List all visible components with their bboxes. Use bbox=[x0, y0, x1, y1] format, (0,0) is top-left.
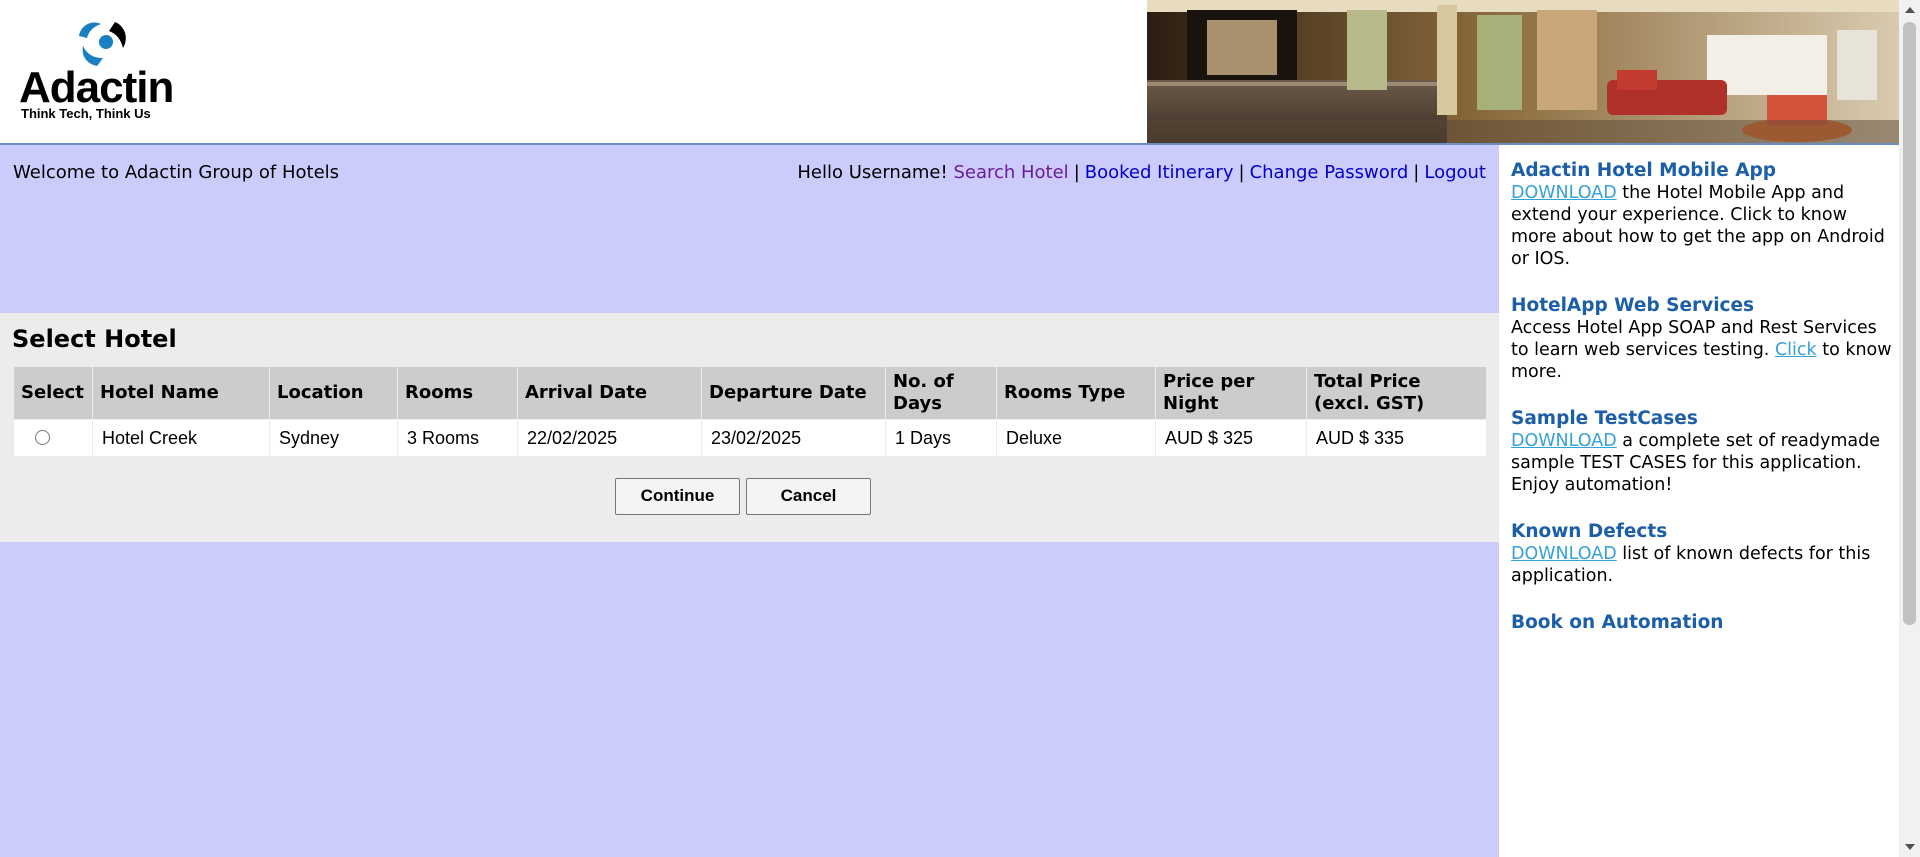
rooms-type-cell: Deluxe bbox=[997, 420, 1155, 456]
arrival-date-cell: 22/02/2025 bbox=[518, 420, 701, 456]
column-header-no-of-days: No. of Days bbox=[886, 367, 996, 419]
no-of-days-cell: 1 Days bbox=[886, 420, 996, 456]
column-header-location: Location bbox=[270, 367, 397, 419]
select-cell bbox=[14, 420, 92, 456]
book-on-automation-link[interactable]: Book on Automation bbox=[1511, 612, 1896, 634]
known-defects-title: Known Defects bbox=[1511, 521, 1668, 542]
nav-separator: | bbox=[1238, 162, 1245, 183]
greeting-text: Hello Username! bbox=[797, 162, 948, 183]
nav-separator: | bbox=[1073, 162, 1080, 183]
column-header-price-per-night: Price per Night bbox=[1156, 367, 1306, 419]
booked-itinerary-link[interactable]: Booked Itinerary bbox=[1085, 162, 1234, 183]
departure-date-cell: 23/02/2025 bbox=[702, 420, 885, 456]
logout-link[interactable]: Logout bbox=[1424, 162, 1486, 183]
scroll-down-icon[interactable] bbox=[1905, 844, 1915, 850]
select-hotel-panel: Select Hotel Select Hotel Name Location … bbox=[0, 313, 1499, 542]
search-hotel-link[interactable]: Search Hotel bbox=[953, 162, 1068, 183]
rooms-cell: 3 Rooms bbox=[398, 420, 517, 456]
hotel-select-radio[interactable] bbox=[35, 429, 50, 445]
mobile-app-section: Adactin Hotel Mobile App DOWNLOAD the Ho… bbox=[1511, 160, 1896, 270]
main-content: Welcome to Adactin Group of Hotels Hello… bbox=[0, 145, 1499, 857]
column-header-departure-date: Departure Date bbox=[702, 367, 885, 419]
test-cases-section: Sample TestCases DOWNLOAD a complete set… bbox=[1511, 408, 1896, 496]
top-navigation: Hello Username! Search Hotel | Booked Itin… bbox=[797, 162, 1486, 183]
web-services-title: HotelApp Web Services bbox=[1511, 295, 1755, 316]
table-row: Hotel Creek Sydney 3 Rooms 22/02/2025 23… bbox=[14, 420, 1486, 456]
brand-tagline: Think Tech, Think Us bbox=[21, 106, 151, 121]
column-header-hotel-name: Hotel Name bbox=[93, 367, 269, 419]
column-header-total-price: Total Price (excl. GST) bbox=[1307, 367, 1486, 419]
column-header-select: Select bbox=[14, 367, 92, 419]
page-title: Select Hotel bbox=[12, 325, 177, 353]
scroll-up-icon[interactable] bbox=[1905, 7, 1915, 13]
test-cases-title: Sample TestCases bbox=[1511, 408, 1698, 429]
test-cases-download-link[interactable]: DOWNLOAD bbox=[1511, 431, 1617, 451]
price-per-night-cell: AUD $ 325 bbox=[1156, 420, 1306, 456]
book-section: Book on Automation bbox=[1511, 612, 1896, 634]
adactin-logo: Adactin Think Tech, Think Us bbox=[19, 18, 189, 123]
web-services-click-link[interactable]: Click bbox=[1775, 340, 1817, 360]
web-services-section: HotelApp Web Services Access Hotel App S… bbox=[1511, 295, 1896, 383]
continue-button[interactable]: Continue bbox=[615, 478, 740, 515]
known-defects-download-link[interactable]: DOWNLOAD bbox=[1511, 544, 1617, 564]
welcome-message: Welcome to Adactin Group of Hotels bbox=[13, 162, 340, 183]
nav-separator: | bbox=[1413, 162, 1420, 183]
table-header-row: Select Hotel Name Location Rooms Arrival… bbox=[14, 367, 1486, 419]
hotel-results-table: Select Hotel Name Location Rooms Arrival… bbox=[13, 366, 1487, 457]
page-header: Adactin Think Tech, Think Us bbox=[0, 0, 1899, 143]
location-cell: Sydney bbox=[270, 420, 397, 456]
right-sidebar: Adactin Hotel Mobile App DOWNLOAD the Ho… bbox=[1499, 145, 1899, 857]
mobile-app-download-link[interactable]: DOWNLOAD bbox=[1511, 183, 1617, 203]
mobile-app-title: Adactin Hotel Mobile App bbox=[1511, 160, 1777, 181]
known-defects-section: Known Defects DOWNLOAD list of known def… bbox=[1511, 521, 1896, 587]
column-header-arrival-date: Arrival Date bbox=[518, 367, 701, 419]
hotel-lobby-banner bbox=[1147, 0, 1899, 143]
change-password-link[interactable]: Change Password bbox=[1250, 162, 1409, 183]
scrollbar-thumb[interactable] bbox=[1903, 22, 1916, 625]
total-price-cell: AUD $ 335 bbox=[1307, 420, 1486, 456]
hotel-name-cell: Hotel Creek bbox=[93, 420, 269, 456]
column-header-rooms: Rooms bbox=[398, 367, 517, 419]
column-header-rooms-type: Rooms Type bbox=[997, 367, 1155, 419]
brand-name: Adactin bbox=[19, 63, 174, 112]
cancel-button[interactable]: Cancel bbox=[746, 478, 871, 515]
vertical-scrollbar[interactable] bbox=[1899, 0, 1920, 857]
